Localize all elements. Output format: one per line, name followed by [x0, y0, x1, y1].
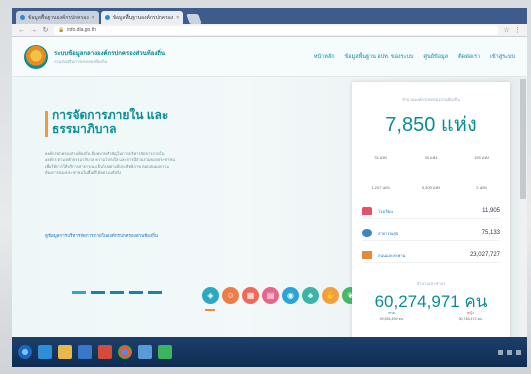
nav-login[interactable]: เข้าสู่ระบบ: [490, 53, 515, 61]
org-type-count: 1,247 แห่ง: [371, 185, 390, 190]
hero-body-text: องค์กรปกครองส่วนท้องถิ่น มีบทบาทสำคัญในก…: [45, 151, 175, 175]
slide-dot[interactable]: [129, 291, 143, 294]
site-logo[interactable]: [24, 44, 48, 69]
page-scrollbar[interactable]: [519, 77, 527, 337]
orgs-total: 7,850 แห่ง: [385, 114, 477, 136]
population-label: จำนวนประชากร: [416, 281, 446, 286]
stat-row-school: โรงเรียน 11,905: [362, 204, 500, 219]
menu-icon[interactable]: ⋮: [514, 26, 521, 34]
media-icon[interactable]: [78, 345, 92, 359]
system-tray: [498, 349, 521, 355]
population-breakdown: ชาย 29,526,499 คน หญิง 30,748,472 คน: [352, 310, 510, 322]
new-tab-button[interactable]: [186, 14, 203, 24]
stat-row-label: ถนนและสะพาน: [378, 252, 406, 258]
scrollbar-thumb[interactable]: [520, 79, 526, 199]
nav-basic-info[interactable]: ข้อมูลพื้นฐาน อปท. ของระบบ: [345, 53, 414, 61]
close-tab-icon[interactable]: ×: [176, 15, 179, 21]
app-icon[interactable]: [98, 345, 112, 359]
reload-icon[interactable]: ↻: [42, 26, 49, 34]
folder-icon[interactable]: [58, 345, 72, 359]
stat-row-value: 23,027,727: [469, 252, 500, 258]
browser-tab-1[interactable]: ข้อมูลพื้นฐานองค์กรปกครอง ×: [16, 11, 99, 24]
stat-row-label: สาธารณสุข: [378, 230, 399, 236]
slide-dot[interactable]: [110, 291, 124, 294]
hand-icon[interactable]: ✋: [322, 287, 339, 304]
org-type-row-2: 1,247 แห่ง 5,300 แห่ง 2 แห่ง: [358, 184, 504, 191]
volume-icon[interactable]: [507, 349, 512, 355]
tree-icon[interactable]: ♣: [302, 287, 319, 304]
orgs-label: จำนวนองค์กรปกครองส่วนท้องถิ่น: [402, 97, 460, 102]
slider-indicators: [72, 291, 162, 294]
stat-row-health: สาธารณสุข 75,133: [362, 226, 500, 241]
screen-photo: ข้อมูลพื้นฐานองค์กรปกครอง × ข้อมูลพื้นฐา…: [0, 0, 531, 374]
lock-icon: 🔒: [58, 27, 65, 33]
category-icons: ◈ ☺ ▦ ▤ ◉ ♣ ✋ ❦: [202, 287, 359, 304]
tab-favicon-icon: [20, 15, 25, 20]
site-header: ระบบข้อมูลกลางองค์กรปกครองส่วนท้องถิ่น ก…: [12, 37, 527, 77]
brand-subtitle: กรมส่งเสริมการปกครองท้องถิ่น: [54, 59, 108, 64]
close-tab-icon[interactable]: ×: [92, 15, 95, 21]
hero-more-link[interactable]: ดูข้อมูลการบริหารจัดการภายในองค์กรปกครอง…: [45, 233, 185, 239]
org-type-count: 30 แห่ง: [424, 155, 438, 160]
org-type-row-1: 76 แห่ง 30 แห่ง 195 แห่ง: [358, 154, 504, 161]
tab-title: ข้อมูลพื้นฐานองค์กรปกครอง: [112, 14, 174, 21]
hero-title: การจัดการภายใน และธรรมาภิบาล: [52, 108, 169, 136]
chrome-icon[interactable]: [118, 345, 132, 359]
brand-name: ระบบข้อมูลกลางองค์กรปกครองส่วนท้องถิ่น: [54, 51, 165, 57]
slide-dot[interactable]: [148, 291, 162, 294]
document-icon[interactable]: ▤: [262, 287, 279, 304]
browser-tab-strip: ข้อมูลพื้นฐานองค์กรปกครอง × ข้อมูลพื้นฐา…: [12, 8, 527, 24]
app-icon[interactable]: [138, 345, 152, 359]
building-icon[interactable]: ▦: [242, 287, 259, 304]
url-field[interactable]: 🔒 info.dla.go.th: [54, 25, 498, 35]
network-icon[interactable]: [498, 349, 503, 355]
slide-dot[interactable]: [91, 291, 105, 294]
stat-row-value: 11,905: [482, 208, 500, 214]
stats-panel: จำนวนองค์กรปกครองส่วนท้องถิ่น 7,850 แห่ง…: [352, 82, 510, 340]
org-type-count: 2 แห่ง: [476, 185, 487, 190]
school-icon: [362, 207, 372, 215]
stat-row-label: โรงเรียน: [378, 208, 393, 214]
windows-taskbar: [12, 337, 527, 367]
nav-home[interactable]: หน้าหลัก: [314, 53, 335, 61]
nav-data-center[interactable]: ศูนย์ข้อมูล: [424, 53, 449, 61]
main-nav: หน้าหลัก ข้อมูลพื้นฐาน อปท. ของระบบ ศูนย…: [314, 53, 515, 61]
tab-favicon-icon: [104, 15, 110, 20]
org-type-count: 5,300 แห่ง: [421, 185, 441, 190]
back-icon[interactable]: ←: [18, 27, 25, 34]
start-button[interactable]: [18, 345, 32, 359]
heart-icon: [362, 229, 372, 237]
stat-row-value: 75,133: [481, 230, 500, 236]
forward-icon[interactable]: →: [30, 27, 37, 34]
road-icon: [362, 251, 372, 259]
title-accent-bar: [45, 111, 48, 137]
app-icon[interactable]: [158, 345, 172, 359]
slide-dot[interactable]: [72, 291, 86, 294]
battery-icon[interactable]: [516, 349, 521, 355]
address-bar: ← → ↻ 🔒 info.dla.go.th ☆ ⋮: [12, 24, 527, 37]
male-count: 29,526,499 คน: [379, 317, 404, 321]
nav-contact[interactable]: ติดต่อเรา: [458, 53, 480, 61]
org-type-count: 76 แห่ง: [374, 155, 387, 160]
brand: ระบบข้อมูลกลางองค์กรปกครองส่วนท้องถิ่น ก…: [54, 48, 165, 65]
url-text: info.dla.go.th: [67, 27, 96, 33]
female-count: 30,748,472 คน: [458, 317, 483, 321]
browser-tab-2[interactable]: ข้อมูลพื้นฐานองค์กรปกครอง ×: [100, 11, 184, 24]
people-icon[interactable]: ☺: [222, 287, 239, 304]
tab-title: ข้อมูลพื้นฐานองค์กรปกครอง: [28, 14, 89, 21]
water-icon[interactable]: ◉: [282, 287, 299, 304]
shield-icon[interactable]: ◈: [202, 287, 219, 304]
ie-icon[interactable]: [38, 345, 52, 359]
star-icon[interactable]: ☆: [503, 26, 510, 34]
active-icon-underline: [205, 309, 215, 311]
org-type-count: 195 แห่ง: [474, 155, 489, 160]
stat-row-road: ถนนและสะพาน 23,027,727: [362, 248, 500, 263]
